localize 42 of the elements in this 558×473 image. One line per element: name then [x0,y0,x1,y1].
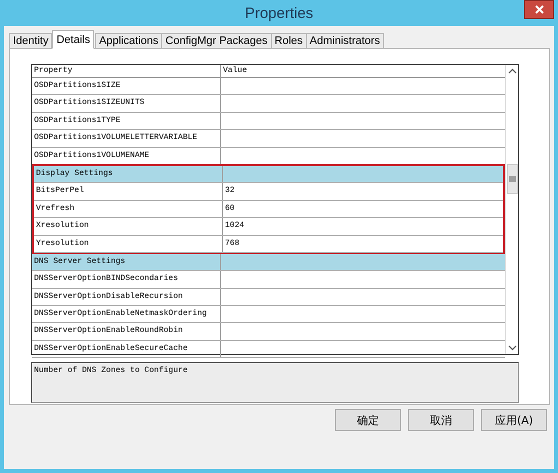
dialog-button[interactable]: 确定 [335,409,401,431]
table-cell: OSDPartitions1VOLUMENAME [32,148,221,164]
table-cell: Vrefresh [34,200,223,218]
scrollbar-thumb[interactable] [506,164,518,194]
table-cell: BitsPerPel [34,183,223,200]
table-cell: OSDPartitions1TYPE [32,112,221,130]
scroll-down-icon[interactable] [508,345,516,351]
description-text: Number of DNS Zones to Configure [34,366,188,375]
close-button[interactable] [524,0,554,19]
close-icon [534,5,544,14]
tab[interactable]: ConfigMgr Packages [161,33,272,49]
scrollbar[interactable] [505,65,518,354]
tab[interactable]: Roles [270,33,307,49]
table-cell: Display Settings [34,166,223,182]
table-cell: DNSServerOptionBINDSecondaries [32,271,221,288]
table-cell: Yresolution [34,236,223,252]
table-cell: DNSServerOptionEnableNetmaskOrdering [32,306,221,322]
dialog-button[interactable]: 应用(A) [481,409,547,431]
table-cell: Xresolution [34,218,223,235]
column-header[interactable]: Value [221,65,505,77]
tab[interactable]: Administrators [306,33,384,49]
table-cell: OSDPartitions1SIZEUNITS [32,95,221,112]
group-header-row[interactable]: Display Settings [34,166,503,184]
table-cell: OSDPartitions1VOLUMELETTERVARIABLE [32,130,221,147]
scroll-up-icon[interactable] [508,68,516,74]
table-cell-text: 32 [224,185,236,198]
tab[interactable]: Applications [95,33,162,49]
table-cell: OSDPartitions1SIZE [32,78,221,94]
table-cell-text: 768 [224,238,240,250]
dialog-button[interactable]: 取消 [408,409,474,431]
table-cell: DNSServerOptionEnableSecureCache [32,340,221,358]
table-cell: DNSServerOptionEnableRoundRobin [32,323,221,340]
tab[interactable]: Details [52,30,94,49]
table-cell-text: 60 [224,202,236,215]
column-header[interactable]: Property [32,65,221,77]
tab[interactable]: Identity [9,33,52,49]
window-title: Properties [244,4,314,22]
table-cell-text: 1024 [224,220,246,232]
table-cell: DNSServerOptionDisableRecursion [32,288,221,306]
group-header-row[interactable]: DNS Server Settings [32,254,505,272]
grip-icon [508,176,516,182]
table-cell: DNS Server Settings [32,254,221,270]
